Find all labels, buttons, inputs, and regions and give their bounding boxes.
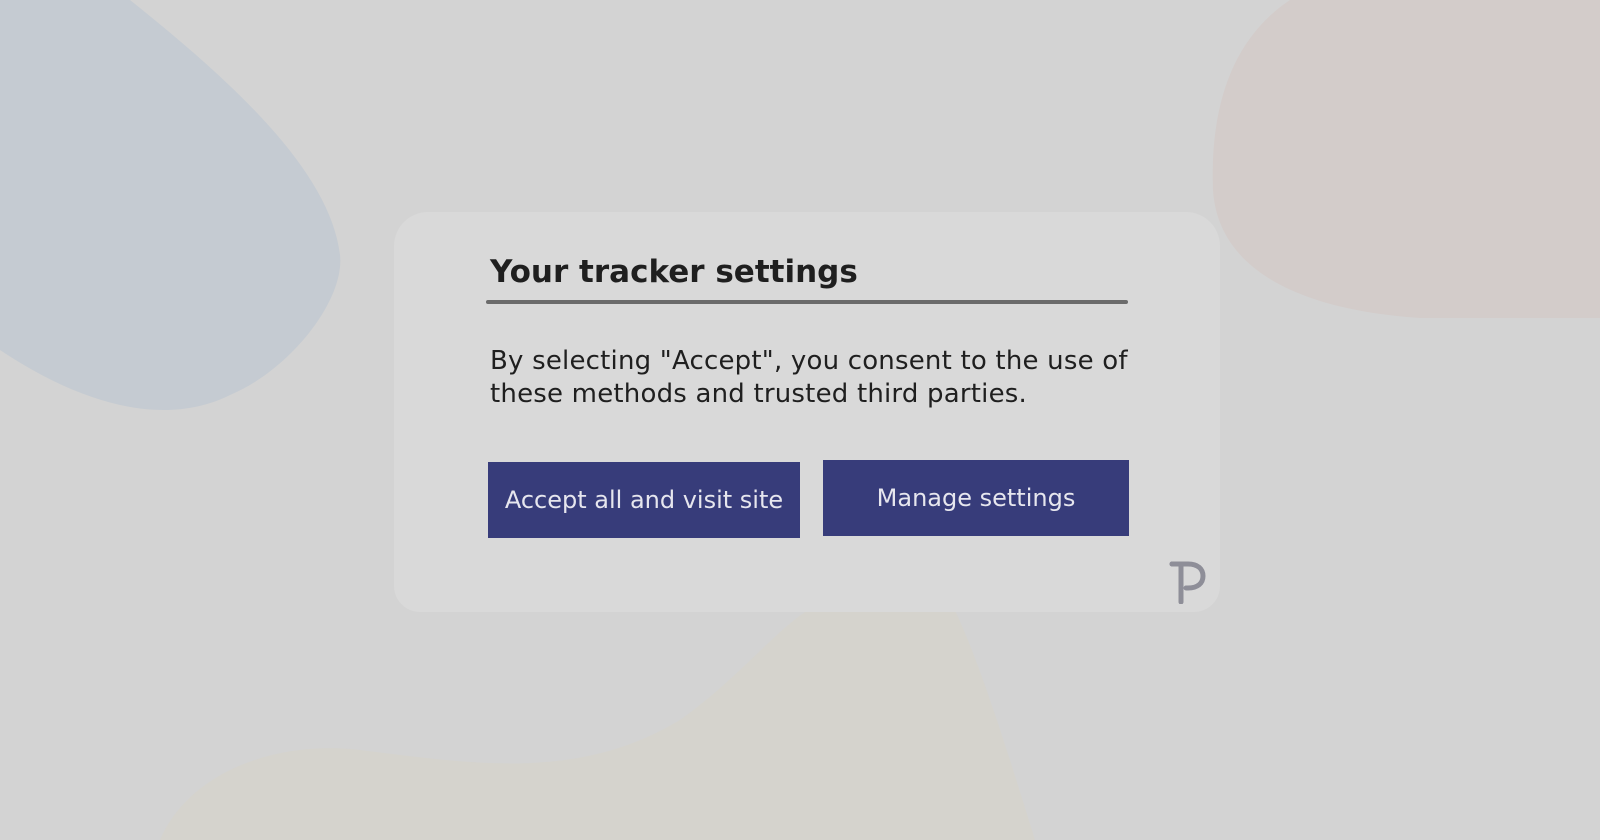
background-blob-rose [1212,0,1600,318]
accept-all-button[interactable]: Accept all and visit site [488,462,800,538]
title-divider [486,300,1128,304]
background-blob-beige [160,600,1035,840]
background-blob-blue [0,0,341,410]
consent-dialog: Your tracker settings By selecting "Acce… [394,212,1220,612]
p-logo-icon [1169,561,1206,604]
consent-message: By selecting "Accept", you consent to th… [490,346,1128,409]
manage-settings-button[interactable]: Manage settings [823,460,1129,536]
dialog-title: Your tracker settings [490,254,858,290]
